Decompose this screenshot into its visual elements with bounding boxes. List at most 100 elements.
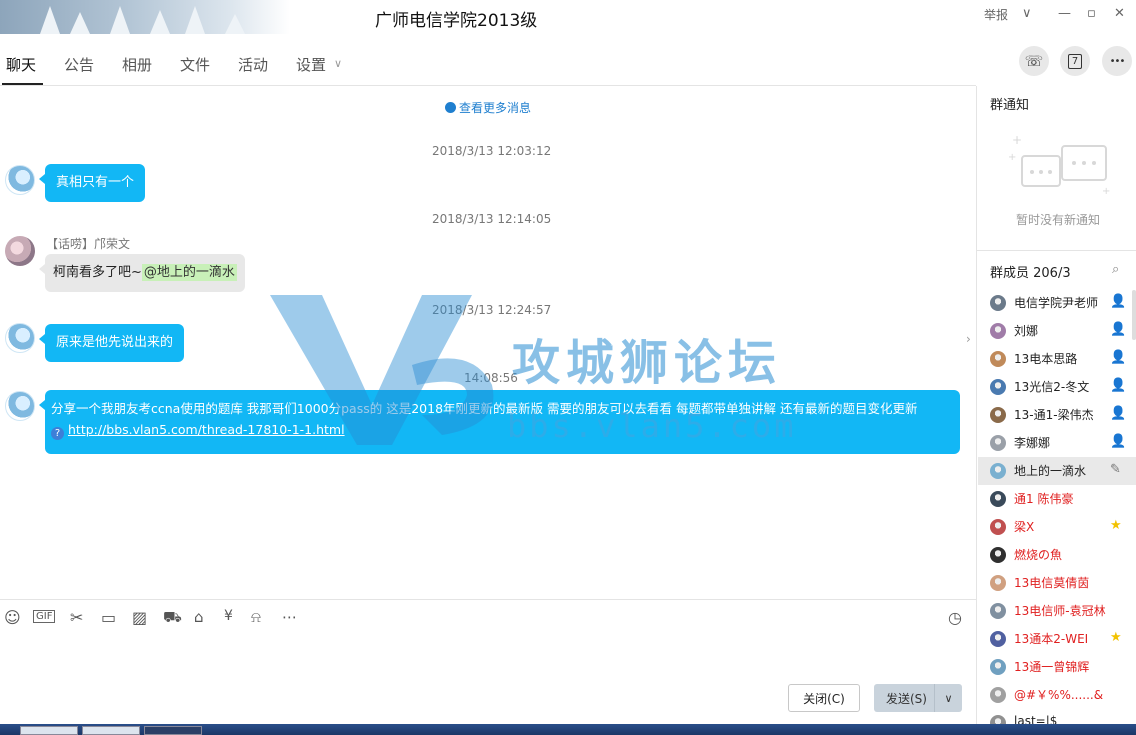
emoji-icon[interactable]: ☺ [4,608,21,627]
member-row[interactable]: 通1 陈伟豪 [978,485,1136,513]
maximize-icon[interactable]: ▫ [1087,6,1096,21]
shake-icon[interactable]: ⛟ [163,608,182,628]
minimize-icon[interactable]: — [1058,6,1071,21]
divider [977,250,1136,251]
message-bubble[interactable]: 柯南看多了吧~ @地上的一滴水 [39,254,245,292]
tab-album[interactable]: 相册 [122,54,152,75]
taskbar-item[interactable] [82,726,140,735]
chevron-down-icon[interactable]: ∨ [334,57,342,70]
member-name: 地上的一滴水 [1014,464,1087,478]
notice-title: 群通知 [990,98,1030,113]
member-avatar [990,351,1006,367]
member-row[interactable]: 13通本2-WEI ★ [978,625,1136,653]
member-name: 13-通1-梁伟杰 [1014,408,1094,422]
member-row[interactable]: 李娜娜 👤 [978,429,1136,457]
scissors-icon[interactable]: ✂ [70,608,83,627]
member-name: 电信学院尹老师 [1014,296,1099,310]
divider [976,86,977,724]
group-banner [0,0,290,34]
close-button[interactable]: 关闭(C) [788,684,860,712]
member-name: 通1 陈伟豪 [1014,492,1074,506]
bell-icon[interactable]: ⍾ [251,608,261,626]
star-icon: ★ [1110,518,1122,533]
member-row[interactable]: 13通一曾锦辉 [978,653,1136,681]
member-row[interactable]: 电信学院尹老师 👤 [978,289,1136,317]
message-timestamp: 14:08:56 [464,371,518,385]
member-avatar [990,575,1006,591]
message-bubble[interactable]: 分享一个我朋友考ccna使用的题库 我那哥们1000分pass的 这是2018年… [39,390,960,454]
svg-text:+: + [1102,186,1110,197]
phone-call-button[interactable]: ☏ [1019,46,1049,76]
send-options-chevron-icon[interactable]: ∨ [934,684,962,712]
taskbar-item[interactable] [20,726,78,735]
calendar-icon: 7 [1067,53,1083,69]
tab-chat[interactable]: 聊天 [6,54,36,75]
member-avatar [990,323,1006,339]
member-row[interactable]: @#￥%%......& [978,681,1136,709]
tab-files[interactable]: 文件 [180,54,210,75]
message-bubble[interactable]: 真相只有一个 [38,164,146,202]
avatar[interactable] [5,391,35,421]
empty-notice-icon: + + + [1008,133,1110,197]
taskbar-item[interactable] [144,726,202,735]
member-avatar [990,687,1006,703]
more-options-button[interactable]: ••• [1102,46,1132,76]
member-row[interactable]: 13电本思路 👤 [978,345,1136,373]
red-packet-icon[interactable]: ¥ [224,608,233,624]
view-more-messages-label: 查看更多消息 [459,101,532,115]
gif-icon[interactable]: GIF [33,610,56,623]
member-name: 13电信莫倩茵 [1014,576,1090,590]
tab-bar: 聊天 公告 相册 文件 活动 设置 ∨ [0,44,975,86]
svg-text:+: + [1008,152,1016,163]
chevron-right-icon[interactable]: › [966,332,971,346]
member-row[interactable]: 地上的一滴水 ✎ [978,457,1136,485]
avatar[interactable] [5,165,35,195]
shared-link[interactable]: http://bbs.vlan5.com/thread-17810-1-1.ht… [68,422,345,437]
sender-name[interactable]: 【话唠】邝荣文 [46,235,130,252]
chevron-down-icon[interactable]: ∨ [1022,6,1032,21]
close-icon[interactable]: ✕ [1114,6,1125,21]
question-icon: ? [51,427,64,440]
history-icon[interactable]: ◷ [948,608,962,627]
view-more-messages-link[interactable]: 查看更多消息 [445,99,531,116]
chat-area[interactable]: 查看更多消息 2018/3/13 12:03:12 真相只有一个 2018/3/… [0,86,975,599]
admin-icon: 👤 [1110,294,1127,309]
member-row[interactable]: 燃烧の魚 [978,541,1136,569]
avatar[interactable] [5,236,35,266]
gift-icon[interactable]: ⌂ [194,608,204,626]
image-icon[interactable]: ▨ [132,608,147,627]
message-timestamp: 2018/3/13 12:03:12 [432,144,552,158]
member-avatar [990,631,1006,647]
member-avatar [990,547,1006,563]
member-row[interactable]: 刘娜 👤 [978,317,1136,345]
scrollbar[interactable] [1132,290,1136,340]
member-row[interactable]: 13电信莫倩茵 [978,569,1136,597]
avatar[interactable] [5,323,35,353]
input-toolbar: ☺ GIF ✂ ▭ ▨ ⛟ ⌂ ¥ ⍾ ⋯ ◷ [0,604,975,630]
member-row[interactable]: 13-通1-梁伟杰 👤 [978,401,1136,429]
empty-notice-text: 暂时没有新通知 [1016,213,1101,227]
member-row[interactable]: 梁X ★ [978,513,1136,541]
divider [0,599,976,600]
admin-icon: 👤 [1110,406,1127,421]
folder-icon[interactable]: ▭ [101,608,116,627]
clock-icon [445,102,456,113]
tab-settings[interactable]: 设置 [296,54,326,75]
tab-announcement[interactable]: 公告 [64,54,94,75]
member-name: 13电本思路 [1014,352,1078,366]
more-tools-icon[interactable]: ⋯ [282,608,297,626]
search-icon[interactable]: ⌕ [1112,262,1119,277]
member-row[interactable]: 13电信师-袁冠林 [978,597,1136,625]
mention-tag[interactable]: @地上的一滴水 [141,264,237,281]
message-input[interactable] [0,632,975,680]
members-title: 群成员 206/3 [990,266,1071,281]
message-bubble[interactable]: 原来是他先说出来的 [38,324,185,362]
tab-activity[interactable]: 活动 [238,54,268,75]
member-row[interactable]: 13光信2-冬文 👤 [978,373,1136,401]
member-name: 燃烧の魚 [1014,548,1063,562]
calendar-button[interactable]: 7 [1060,46,1090,76]
report-link[interactable]: 举报 [984,6,1008,23]
title-bar: 广师电信学院2013级 举报 ∨ — ▫ ✕ [0,0,1136,34]
more-icon: ••• [1109,55,1126,67]
member-name: @#￥%%......& [1014,688,1104,702]
